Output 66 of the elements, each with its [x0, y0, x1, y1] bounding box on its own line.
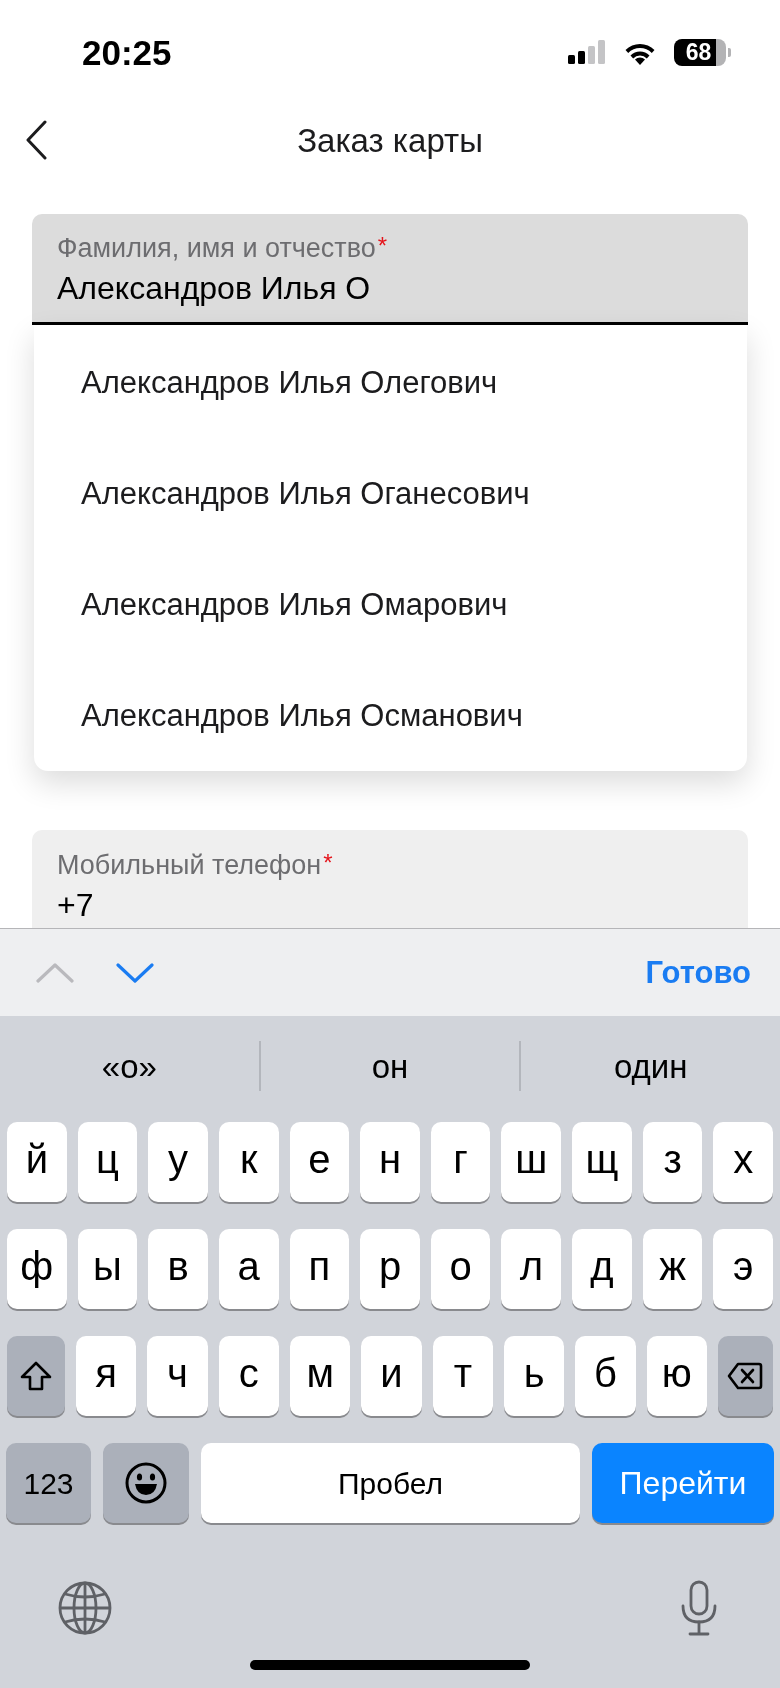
chevron-down-icon: [116, 961, 154, 984]
text-input-field[interactable]: Фамилия, имя и отчество* Александров Илья О: [32, 214, 748, 325]
field-label: Мобильный телефон*: [57, 850, 333, 880]
letter-key[interactable]: ч: [147, 1336, 208, 1416]
letter-key[interactable]: ь: [503, 1336, 565, 1416]
suggestion-item[interactable]: Александров Илья Оганесович: [81, 478, 530, 509]
suggestion-item[interactable]: Александров Илья Омарович: [81, 589, 508, 620]
field-value: +7: [57, 886, 94, 924]
word-suggestion[interactable]: один: [613, 1049, 688, 1083]
letter-key[interactable]: р: [360, 1229, 420, 1309]
word-suggestion[interactable]: «о»: [101, 1049, 157, 1083]
letter-key[interactable]: н: [360, 1122, 420, 1202]
text-input-field[interactable]: Мобильный телефон* +7: [32, 830, 748, 928]
letter-key[interactable]: я: [76, 1336, 137, 1416]
letter-key[interactable]: д: [572, 1229, 632, 1309]
suggestion-item[interactable]: Александров Илья Олегович: [81, 367, 498, 398]
letter-key[interactable]: а: [218, 1229, 279, 1309]
back-icon: [25, 120, 47, 160]
space-key[interactable]: Пробел: [201, 1443, 580, 1523]
status-time: 20:25: [82, 34, 172, 70]
numbers-key[interactable]: 123: [6, 1443, 91, 1523]
shift-icon: [20, 1361, 52, 1391]
smiley-icon: [125, 1462, 167, 1504]
letter-key[interactable]: л: [501, 1229, 562, 1309]
microphone-icon: [680, 1580, 718, 1636]
suggestion-item[interactable]: Александров Илья Османович: [81, 700, 523, 731]
go-key[interactable]: Перейти: [592, 1443, 774, 1523]
globe-icon: [58, 1581, 112, 1635]
letter-key[interactable]: с: [218, 1336, 279, 1416]
battery-indicator: 68: [674, 38, 731, 66]
letter-key[interactable]: м: [290, 1336, 351, 1416]
letter-key[interactable]: ш: [501, 1122, 562, 1202]
letter-key[interactable]: й: [7, 1122, 67, 1202]
letter-key[interactable]: ж: [642, 1229, 703, 1309]
letter-key[interactable]: э: [713, 1229, 774, 1309]
letter-key[interactable]: з: [642, 1122, 703, 1202]
letter-key[interactable]: у: [148, 1122, 208, 1202]
letter-key[interactable]: г: [430, 1122, 491, 1202]
done-button[interactable]: Готово: [645, 957, 751, 988]
signal-icon: [568, 40, 606, 64]
letter-key[interactable]: ы: [77, 1229, 138, 1309]
microphone-button[interactable]: [680, 1580, 718, 1636]
letter-key[interactable]: ц: [77, 1122, 138, 1202]
field-label: Фамилия, имя и отчество*: [57, 233, 388, 263]
word-suggestion[interactable]: он: [371, 1049, 409, 1083]
letter-key[interactable]: е: [289, 1122, 350, 1202]
letter-key[interactable]: в: [148, 1229, 208, 1309]
letter-key[interactable]: п: [289, 1229, 350, 1309]
letter-key[interactable]: б: [575, 1336, 636, 1416]
letter-key[interactable]: ф: [7, 1229, 67, 1309]
globe-button[interactable]: [58, 1581, 112, 1635]
letter-key[interactable]: т: [432, 1336, 493, 1416]
field-value: Александров Илья О: [57, 269, 371, 307]
letter-key[interactable]: о: [430, 1229, 491, 1309]
chevron-up-icon: [36, 961, 74, 984]
letter-key[interactable]: х: [713, 1122, 774, 1202]
emoji-key[interactable]: [103, 1443, 189, 1523]
next-field-button[interactable]: [115, 960, 155, 985]
letter-key[interactable]: ю: [646, 1336, 707, 1416]
letter-key[interactable]: к: [218, 1122, 279, 1202]
backspace-key[interactable]: [717, 1336, 773, 1416]
letter-key[interactable]: и: [361, 1336, 422, 1416]
backspace-icon: [727, 1362, 764, 1390]
page-title: Заказ карты: [297, 123, 483, 157]
shift-key[interactable]: [7, 1336, 65, 1416]
letter-key[interactable]: щ: [572, 1122, 632, 1202]
